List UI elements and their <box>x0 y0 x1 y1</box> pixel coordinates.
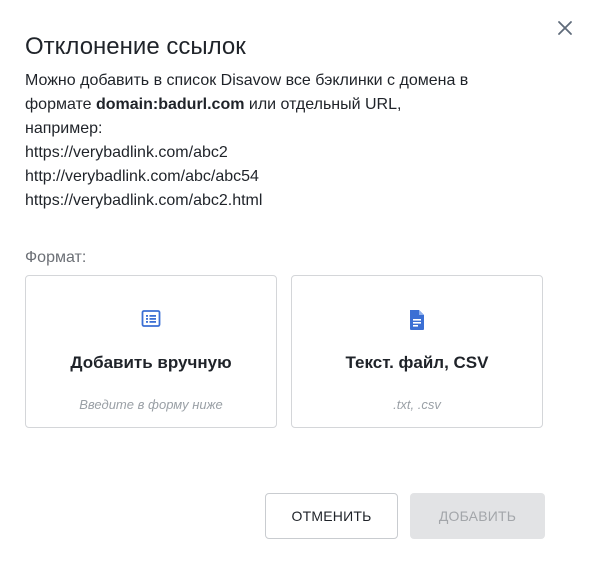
description-line: например: <box>25 120 103 137</box>
option-hint: Введите в форму ниже <box>79 397 223 412</box>
list-icon <box>26 309 276 331</box>
dialog-description: Можно добавить в список Disavow все бэкл… <box>25 69 565 213</box>
example-url: http://verybadlink.com/abc/abc54 <box>25 168 259 185</box>
add-button[interactable]: ДОБАВИТЬ <box>410 493 545 539</box>
close-button[interactable] <box>555 20 575 40</box>
format-options: Добавить вручную Введите в форму ниже Те… <box>25 275 545 428</box>
example-url: https://verybadlink.com/abc2 <box>25 144 228 161</box>
close-icon <box>557 20 573 41</box>
domain-format-example: domain:badurl.com <box>96 96 245 113</box>
description-line: Можно добавить в список Disavow все бэкл… <box>25 72 469 89</box>
description-text: формате <box>25 96 96 113</box>
option-title: Добавить вручную <box>70 353 232 372</box>
cancel-button[interactable]: ОТМЕНИТЬ <box>265 493 398 539</box>
option-manual-entry[interactable]: Добавить вручную Введите в форму ниже <box>25 275 277 428</box>
file-icon <box>292 309 542 331</box>
example-url: https://verybadlink.com/abc2.html <box>25 192 263 209</box>
dialog-title: Отклонение ссылок <box>25 33 246 60</box>
option-hint: .txt, .csv <box>393 397 441 412</box>
description-line: формате domain:badurl.com или отдельный … <box>25 93 565 117</box>
description-text: или отдельный URL, <box>244 96 402 113</box>
disavow-dialog: Отклонение ссылок Можно добавить в списо… <box>0 0 598 562</box>
format-label: Формат: <box>25 249 87 266</box>
option-title: Текст. файл, CSV <box>345 353 489 372</box>
option-file-upload[interactable]: Текст. файл, CSV .txt, .csv <box>291 275 543 428</box>
